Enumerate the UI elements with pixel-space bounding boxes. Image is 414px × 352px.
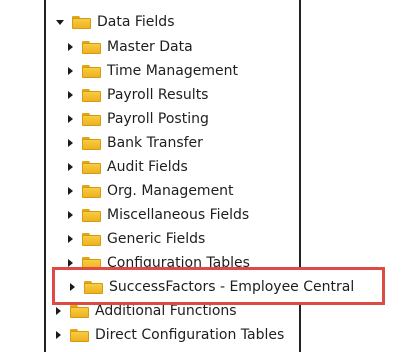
folder-icon [82, 64, 101, 78]
expand-arrow-icon[interactable] [68, 139, 73, 147]
tree-node-label: Data Fields [97, 14, 175, 30]
expand-arrow-icon[interactable] [68, 259, 73, 267]
tree-node-master-data[interactable]: Master Data [68, 35, 193, 59]
folder-icon [84, 280, 103, 294]
folder-icon [82, 160, 101, 174]
expand-arrow-icon[interactable] [70, 283, 75, 291]
folder-icon [70, 328, 89, 342]
tree-node-label: Bank Transfer [107, 135, 203, 151]
tree-node-bank-transfer[interactable]: Bank Transfer [68, 131, 203, 155]
tree-node-label: SuccessFactors - Employee Central [109, 279, 355, 295]
expand-arrow-icon[interactable] [68, 91, 73, 99]
tree-node-label: Generic Fields [107, 231, 206, 247]
collapse-arrow-icon[interactable] [56, 19, 64, 25]
folder-icon [82, 112, 101, 126]
tree-node-generic-fields[interactable]: Generic Fields [68, 227, 205, 251]
tree-node-label: Direct Configuration Tables [95, 327, 285, 343]
tree-node-successfactors-employee-central[interactable]: SuccessFactors - Employee Central [70, 275, 354, 299]
tree-node-org-management[interactable]: Org. Management [68, 179, 234, 203]
tree-node-time-management[interactable]: Time Management [68, 59, 238, 83]
tree-node-label: Payroll Posting [107, 111, 209, 127]
expand-arrow-icon[interactable] [68, 211, 73, 219]
tree-node-payroll-results[interactable]: Payroll Results [68, 83, 208, 107]
tree-node-label: Time Management [107, 63, 238, 79]
folder-icon [82, 136, 101, 150]
expand-arrow-icon[interactable] [68, 115, 73, 123]
tree-node-direct-configuration-tables[interactable]: Direct Configuration Tables [56, 323, 284, 347]
folder-icon [70, 304, 89, 318]
folder-icon [82, 232, 101, 246]
highlight-box: SuccessFactors - Employee Central [52, 267, 385, 305]
tree-node-payroll-posting[interactable]: Payroll Posting [68, 107, 209, 131]
folder-icon [82, 88, 101, 102]
open-folder-icon [72, 15, 91, 29]
tree-node-data-fields[interactable]: Data Fields [56, 10, 175, 34]
expand-arrow-icon[interactable] [56, 307, 61, 315]
tree-node-label: Audit Fields [107, 159, 188, 175]
expand-arrow-icon[interactable] [68, 67, 73, 75]
tree-node-audit-fields[interactable]: Audit Fields [68, 155, 188, 179]
expand-arrow-icon[interactable] [68, 43, 73, 51]
tree-node-label: Payroll Results [107, 87, 209, 103]
expand-arrow-icon[interactable] [68, 163, 73, 171]
tree-node-miscellaneous-fields[interactable]: Miscellaneous Fields [68, 203, 249, 227]
expand-arrow-icon[interactable] [68, 235, 73, 243]
tree-node-label: Org. Management [107, 183, 234, 199]
expand-arrow-icon[interactable] [68, 187, 73, 195]
folder-icon [82, 184, 101, 198]
folder-icon [82, 40, 101, 54]
folder-icon [82, 208, 101, 222]
expand-arrow-icon[interactable] [56, 331, 61, 339]
tree-node-label: Miscellaneous Fields [107, 207, 250, 223]
tree-node-label: Master Data [107, 39, 193, 55]
